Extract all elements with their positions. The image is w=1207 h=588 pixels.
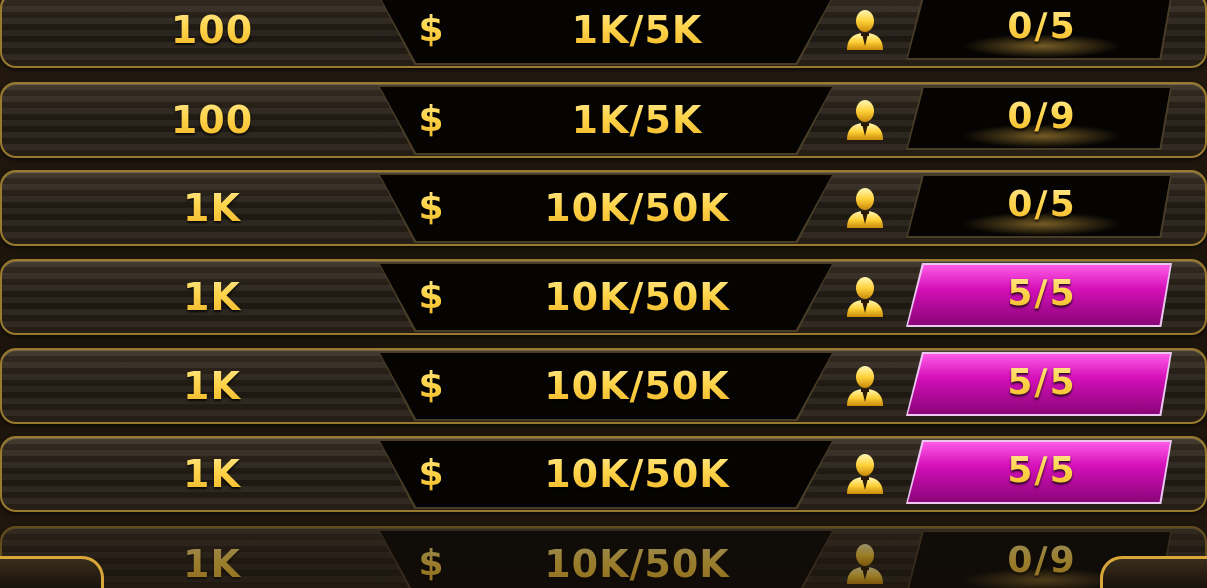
bet-range-label: 10K/50K [492,350,782,422]
player-icon [847,366,883,406]
dollar-icon: $ [406,350,456,422]
min-bet-label: 100 [112,0,312,66]
bet-range-label: 1K/5K [492,84,782,156]
room-row[interactable]: 1K $ 10K/50K 0/9 [0,526,1207,588]
dollar-icon: $ [406,528,456,588]
player-icon [847,100,883,140]
dollar-icon: $ [406,0,456,66]
action-button-corner[interactable] [1100,556,1207,588]
player-icon [847,454,883,494]
seat-count: 0/5 [922,172,1162,240]
dollar-icon: $ [406,172,456,244]
room-row[interactable]: 1K $ 10K/50K 5/5 [0,259,1207,335]
min-bet-label: 1K [112,172,312,244]
room-row[interactable]: 100 $ 1K/5K 0/9 [0,82,1207,158]
seat-count: 5/5 [922,261,1162,329]
room-row[interactable]: 100 $ 1K/5K 0/5 [0,0,1207,68]
min-bet-label: 100 [112,84,312,156]
seat-count: 0/9 [922,84,1162,152]
seat-count: 0/5 [922,0,1162,62]
bet-range-label: 10K/50K [492,528,782,588]
seat-count: 5/5 [922,350,1162,418]
bet-range-label: 10K/50K [492,172,782,244]
room-row[interactable]: 1K $ 10K/50K 0/5 [0,170,1207,246]
room-row[interactable]: 1K $ 10K/50K 5/5 [0,436,1207,512]
dollar-icon: $ [406,438,456,510]
min-bet-label: 1K [112,438,312,510]
player-icon [847,544,883,584]
bet-range-label: 10K/50K [492,438,782,510]
dollar-icon: $ [406,84,456,156]
back-button-corner[interactable] [0,556,104,588]
min-bet-label: 1K [112,261,312,333]
seat-count: 5/5 [922,438,1162,506]
room-list: 100 $ 1K/5K 0/5 100 $ 1K/5K 0/9 1K $ 10K… [0,0,1207,588]
bet-range-label: 1K/5K [492,0,782,66]
player-icon [847,10,883,50]
min-bet-label: 1K [112,350,312,422]
player-icon [847,188,883,228]
room-row[interactable]: 1K $ 10K/50K 5/5 [0,348,1207,424]
player-icon [847,277,883,317]
dollar-icon: $ [406,261,456,333]
bet-range-label: 10K/50K [492,261,782,333]
min-bet-label: 1K [112,528,312,588]
